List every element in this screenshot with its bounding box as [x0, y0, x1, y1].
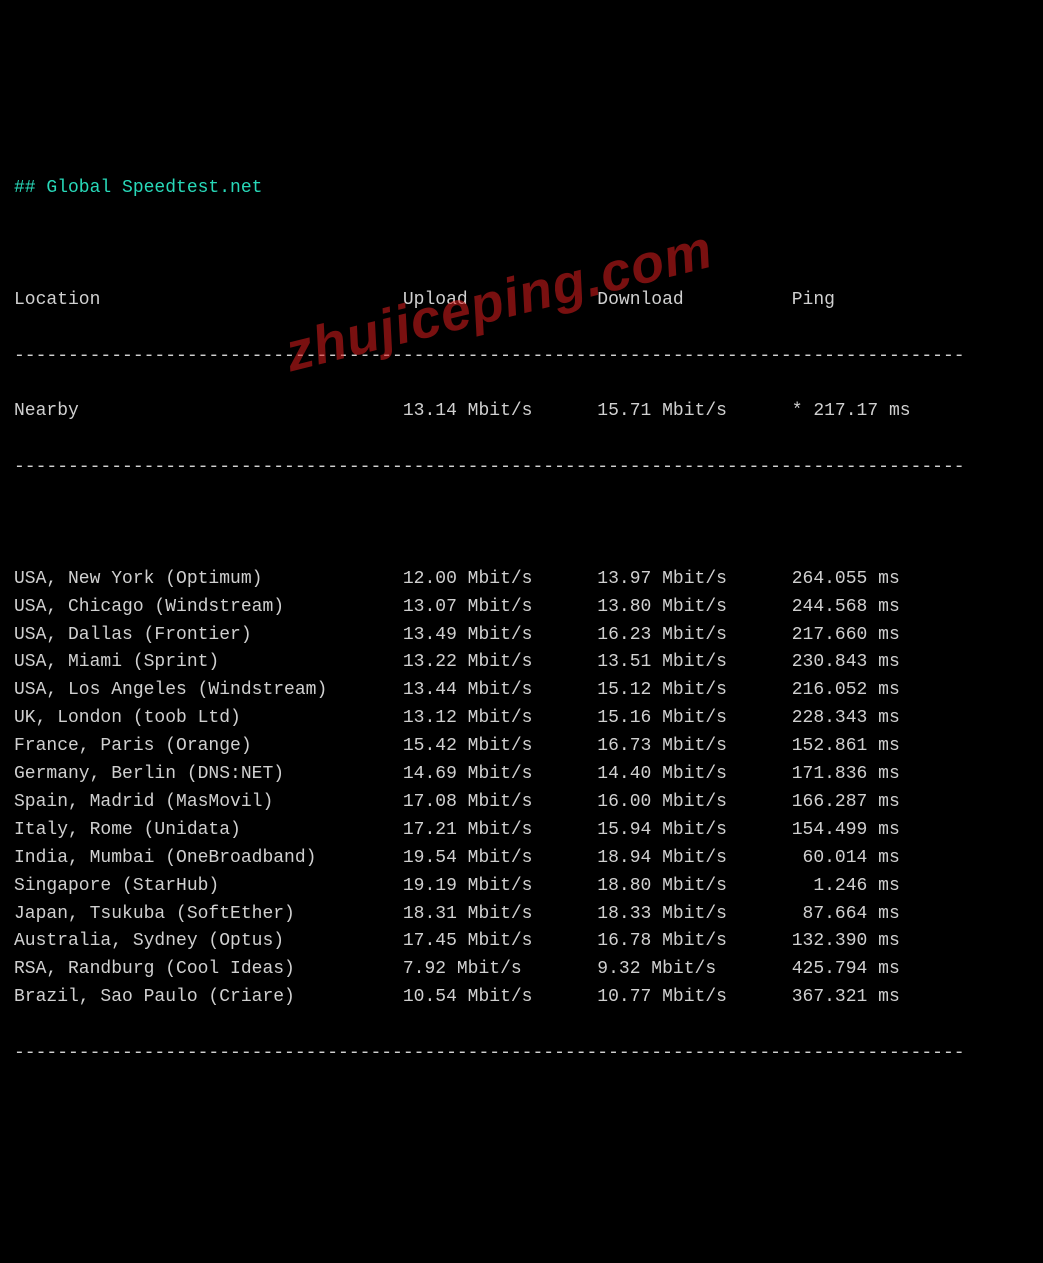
table-header-row: Location Upload Download Ping	[14, 287, 1029, 315]
table-row: UK, London (toob Ltd) 13.12 Mbit/s 15.16…	[14, 705, 1029, 733]
table-row: USA, Los Angeles (Windstream) 13.44 Mbit…	[14, 677, 1029, 705]
divider-mid: ----------------------------------------…	[14, 454, 1029, 482]
table-row: USA, New York (Optimum) 12.00 Mbit/s 13.…	[14, 566, 1029, 594]
table-row: Italy, Rome (Unidata) 17.21 Mbit/s 15.94…	[14, 817, 1029, 845]
divider-bottom: ----------------------------------------…	[14, 1040, 1029, 1068]
table-row: USA, Miami (Sprint) 13.22 Mbit/s 13.51 M…	[14, 649, 1029, 677]
table-row: Brazil, Sao Paulo (Criare) 10.54 Mbit/s …	[14, 984, 1029, 1012]
table-row: Singapore (StarHub) 19.19 Mbit/s 18.80 M…	[14, 873, 1029, 901]
blank-line-2	[14, 510, 1029, 538]
nearby-row: Nearby 13.14 Mbit/s 15.71 Mbit/s * 217.1…	[14, 398, 1029, 426]
table-row: USA, Dallas (Frontier) 13.49 Mbit/s 16.2…	[14, 622, 1029, 650]
table-row: RSA, Randburg (Cool Ideas) 7.92 Mbit/s 9…	[14, 956, 1029, 984]
table-row: USA, Chicago (Windstream) 13.07 Mbit/s 1…	[14, 594, 1029, 622]
blank-line-1	[14, 231, 1029, 259]
table-row: Japan, Tsukuba (SoftEther) 18.31 Mbit/s …	[14, 901, 1029, 929]
table-body: USA, New York (Optimum) 12.00 Mbit/s 13.…	[14, 566, 1029, 1012]
table-row: Australia, Sydney (Optus) 17.45 Mbit/s 1…	[14, 928, 1029, 956]
table-row: Spain, Madrid (MasMovil) 17.08 Mbit/s 16…	[14, 789, 1029, 817]
divider-top: ----------------------------------------…	[14, 343, 1029, 371]
table-row: India, Mumbai (OneBroadband) 19.54 Mbit/…	[14, 845, 1029, 873]
table-row: France, Paris (Orange) 15.42 Mbit/s 16.7…	[14, 733, 1029, 761]
page-title: ## Global Speedtest.net	[14, 175, 1029, 203]
table-row: Germany, Berlin (DNS:NET) 14.69 Mbit/s 1…	[14, 761, 1029, 789]
